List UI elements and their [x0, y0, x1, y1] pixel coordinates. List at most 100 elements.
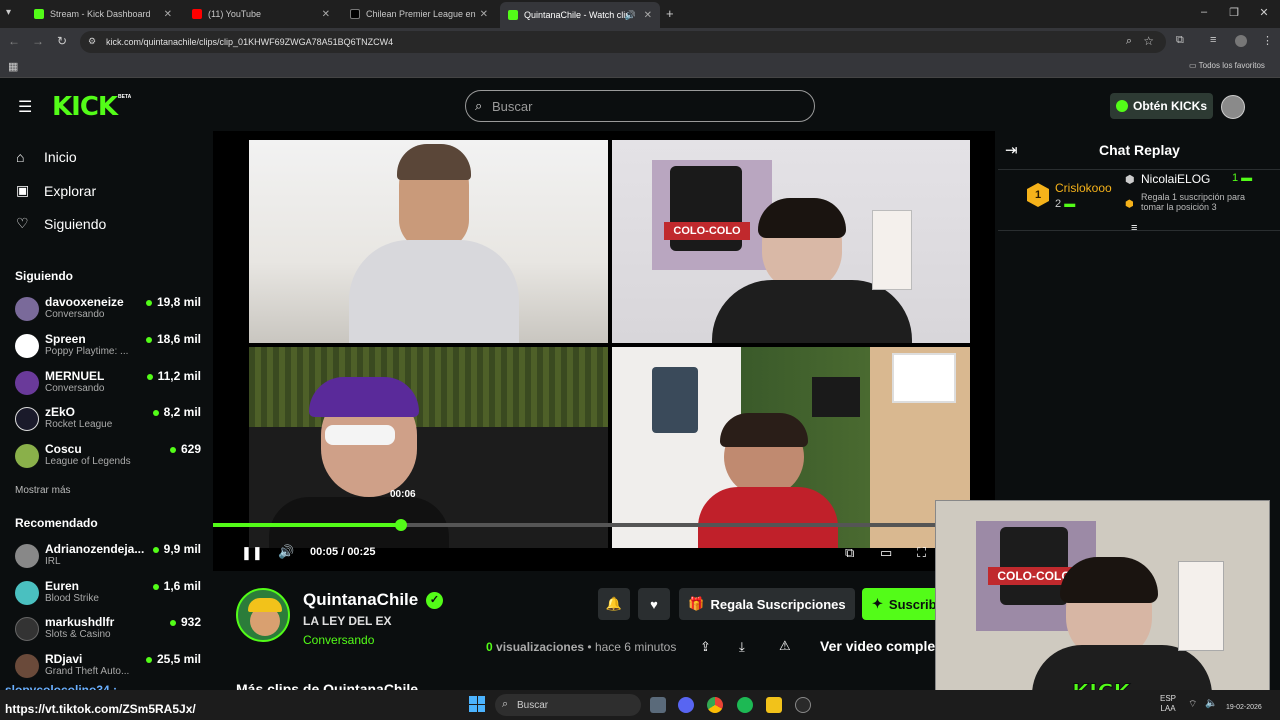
pip-icon[interactable]: ⧉	[845, 545, 854, 561]
channel-name: Euren	[45, 579, 80, 593]
report-icon[interactable]: ⚠	[779, 638, 791, 654]
timecode: 00:05 / 00:25	[310, 546, 376, 558]
url-text: kick.com/quintanachile/clips/clip_01KHWF…	[106, 37, 394, 47]
home-icon: ⌂	[16, 149, 25, 165]
volume-icon[interactable]: 🔊	[278, 544, 294, 560]
notifications-button[interactable]: 🔔	[598, 588, 630, 620]
sidebar-channel[interactable]: davooxeneize Conversando 19,8 mil	[15, 295, 201, 331]
show-more-link[interactable]: Mostrar más	[15, 485, 71, 496]
chrome-icon[interactable]	[707, 697, 723, 713]
close-icon[interactable]: ✕	[322, 9, 330, 20]
speaker-icon[interactable]: 🔈	[1205, 698, 1217, 709]
overlay-chat-message: https://vt.tiktok.com/ZSm5RA5Jx/	[5, 702, 196, 716]
pause-icon[interactable]: ❚❚	[241, 545, 263, 561]
theater-mode-icon[interactable]: ▭	[880, 545, 892, 561]
obs-icon[interactable]	[795, 697, 811, 713]
viewer-count: 18,6 mil	[146, 332, 201, 346]
fullscreen-icon[interactable]: ⛶	[917, 545, 926, 561]
expand-leaderboard-icon[interactable]: ≡	[1131, 222, 1137, 234]
discord-icon[interactable]	[678, 697, 694, 713]
minimize-icon[interactable]: –	[1196, 6, 1212, 18]
user-avatar[interactable]	[1221, 95, 1245, 119]
video-cam-3	[249, 347, 608, 548]
gift-subs-button[interactable]: 🎁 Regala Suscripciones	[679, 588, 855, 620]
sidebar-channel[interactable]: zEkO Rocket League 8,2 mil	[15, 405, 201, 441]
sidebar-channel[interactable]: Adrianozendeja... IRL 9,9 mil	[15, 542, 201, 578]
video-cam-4	[612, 347, 970, 548]
site-info-icon[interactable]: ⚙	[88, 36, 96, 47]
heart-icon: ♥	[650, 596, 658, 612]
nav-label: Inicio	[44, 149, 77, 165]
task-view-icon[interactable]	[650, 697, 666, 713]
youtube-favicon-icon	[192, 9, 202, 19]
leaderboard-user[interactable]: Crislokooo	[1055, 181, 1112, 195]
tab-x[interactable]: Chilean Premier League en X: " ✕	[342, 4, 496, 24]
follow-button[interactable]: ♥	[638, 588, 670, 620]
sidebar-channel[interactable]: Spreen Poppy Playtime: ... 18,6 mil	[15, 332, 201, 368]
profile-avatar[interactable]	[1235, 35, 1247, 47]
menu-icon[interactable]: ⋮	[1262, 34, 1273, 47]
speaker-icon[interactable]: 🔊	[625, 10, 636, 21]
tab-youtube[interactable]: (11) YouTube ✕	[184, 4, 338, 24]
avatar	[15, 444, 39, 468]
position-icon: ⬢	[1125, 199, 1134, 210]
sidebar-channel[interactable]: MERNUEL Conversando 11,2 mil	[15, 369, 201, 405]
file-explorer-icon[interactable]	[766, 697, 782, 713]
sidebar-channel[interactable]: markushdlfr Slots & Casino 932	[15, 615, 201, 651]
close-icon[interactable]: ✕	[644, 10, 652, 21]
gift-icon: ▬	[1064, 198, 1076, 210]
nav-home[interactable]: ⌂ Inicio	[16, 149, 77, 165]
tab-title: Chilean Premier League en X: "	[366, 9, 476, 19]
collapse-chat-icon[interactable]: ⇥	[1005, 141, 1018, 159]
get-kicks-button[interactable]: Obtén KICKs	[1110, 93, 1213, 119]
new-tab-button[interactable]: +	[666, 6, 674, 21]
tab-kick-dashboard[interactable]: Stream - Kick Dashboard ✕	[26, 4, 180, 24]
playlist-icon[interactable]: ≡	[1210, 34, 1216, 46]
reload-icon[interactable]: ↻	[54, 34, 70, 48]
gifter-name[interactable]: NicolaiELOG	[1141, 172, 1210, 186]
language-indicator[interactable]: ESP LAA	[1160, 694, 1176, 714]
verified-icon: ✓	[426, 592, 443, 609]
share-icon[interactable]: ⇪	[700, 639, 711, 655]
hamburger-menu-icon[interactable]: ☰	[18, 97, 32, 117]
address-bar[interactable]: ⚙ kick.com/quintanachile/clips/clip_01KH…	[80, 31, 1166, 53]
all-bookmarks[interactable]: ▭ Todos los favoritos	[1189, 61, 1265, 70]
download-icon[interactable]: ⤓	[739, 639, 745, 655]
channel-avatar[interactable]	[236, 588, 290, 642]
date-text: 19-02-2026	[1226, 704, 1262, 711]
viewer-count: 629	[170, 442, 201, 456]
close-icon[interactable]: ✕	[480, 9, 488, 20]
channel-category: Grand Theft Auto...	[45, 666, 130, 677]
spotify-icon[interactable]	[737, 697, 753, 713]
nav-following[interactable]: ♡ Siguiendo	[16, 215, 106, 232]
channel-name[interactable]: QuintanaChile	[303, 590, 418, 610]
tab-title: Stream - Kick Dashboard	[50, 9, 151, 19]
gifter-count: 1 ▬	[1232, 172, 1253, 184]
windows-start-icon[interactable]	[469, 696, 485, 712]
tab-search-icon[interactable]: ▾	[6, 7, 11, 18]
tab-quintanachile[interactable]: QuintanaChile - Watch clip 🔊 ✕	[500, 2, 660, 28]
search-input[interactable]: ⌕ Buscar	[465, 90, 815, 122]
back-icon[interactable]: ←	[6, 34, 22, 48]
apps-grid-icon[interactable]: ▦	[8, 60, 18, 73]
wifi-icon[interactable]: ⌔	[1188, 698, 1197, 711]
forward-icon[interactable]: →	[30, 34, 46, 48]
nav-explore[interactable]: ▣ Explorar	[16, 182, 96, 199]
zoom-icon[interactable]: ⌕	[1126, 35, 1132, 48]
kick-logo[interactable]: KICK	[52, 92, 118, 122]
stream-category[interactable]: Conversando	[303, 633, 374, 647]
close-icon[interactable]: ✕	[164, 9, 172, 20]
maximize-icon[interactable]: ❐	[1226, 6, 1242, 19]
watch-full-video-button[interactable]: Ver video complet	[820, 638, 940, 654]
search-icon: ⌕	[475, 98, 483, 113]
sidebar-channel[interactable]: Coscu League of Legends 629	[15, 442, 201, 478]
avatar	[15, 581, 39, 605]
channel-category: Slots & Casino	[45, 629, 111, 640]
taskbar-search[interactable]: ⌕ Buscar	[495, 694, 641, 716]
sidebar-channel[interactable]: Euren Blood Strike 1,6 mil	[15, 579, 201, 615]
progress-handle[interactable]	[395, 519, 407, 531]
avatar	[15, 407, 39, 431]
close-window-icon[interactable]: ✕	[1256, 6, 1272, 19]
extensions-icon[interactable]: ⧉	[1176, 34, 1184, 47]
star-icon[interactable]: ☆	[1143, 34, 1154, 48]
